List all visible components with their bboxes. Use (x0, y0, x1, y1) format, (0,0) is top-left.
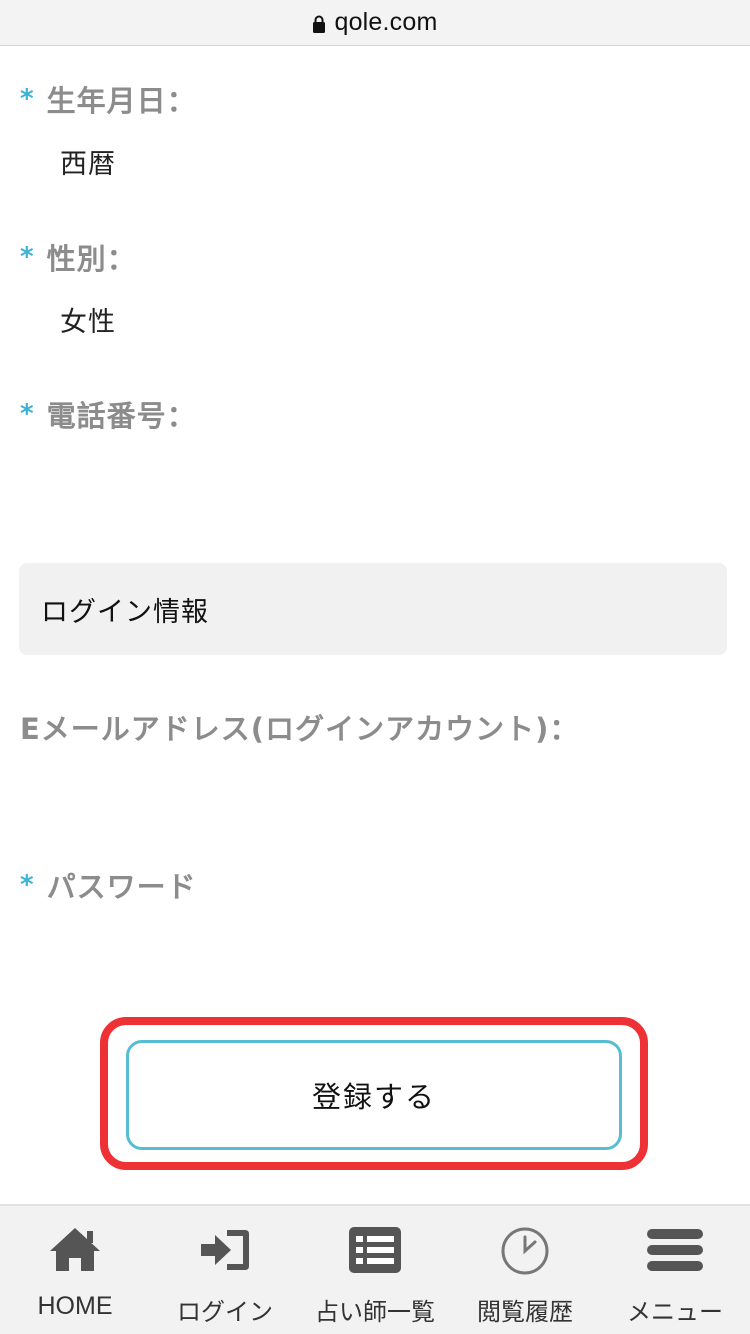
required-mark: * (20, 399, 35, 429)
tab-home[interactable]: HOME (0, 1206, 150, 1334)
login-icon (195, 1222, 255, 1278)
required-mark: * (20, 870, 35, 900)
lock-icon (313, 15, 326, 33)
tab-fortune-tellers-label: 占い師一覧 (315, 1298, 435, 1326)
menu-icon (645, 1222, 705, 1278)
register-button-label: 登録する (311, 1080, 436, 1114)
gender-value: 女性 (60, 307, 116, 338)
password-label-text: パスワード (46, 870, 197, 904)
login-info-title: ログイン情報 (41, 596, 209, 628)
login-info-section: ログイン情報 (19, 563, 727, 655)
birthdate-label: * 生年月日： (20, 78, 197, 120)
required-mark: * (20, 84, 35, 114)
home-icon (45, 1222, 105, 1278)
url-text: qole.com (334, 8, 438, 36)
tab-login[interactable]: ログイン (150, 1206, 300, 1334)
phone-label-text: 電話番号： (46, 399, 197, 433)
list-icon (345, 1222, 405, 1278)
tab-login-label: ログイン (177, 1298, 273, 1326)
birthdate-label-text: 生年月日： (46, 84, 197, 118)
tab-menu-label: メニュー (627, 1298, 723, 1326)
email-label-text: Eメールアドレス(ログインアカウント)： (20, 712, 580, 746)
email-label: Eメールアドレス(ログインアカウント)： (20, 706, 579, 748)
tab-history-label: 閲覧履歴 (477, 1298, 573, 1326)
phone-label: * 電話番号： (20, 393, 197, 435)
gender-label: * 性別： (20, 236, 137, 278)
password-label: * パスワード (20, 864, 197, 906)
tab-menu[interactable]: メニュー (600, 1206, 750, 1334)
clock-icon (495, 1222, 555, 1278)
tab-fortune-tellers[interactable]: 占い師一覧 (300, 1206, 450, 1334)
register-button[interactable]: 登録する (126, 1040, 622, 1150)
tab-home-label: HOME (37, 1292, 113, 1320)
gender-label-text: 性別： (46, 242, 137, 276)
birthdate-value: 西暦 (60, 149, 116, 180)
browser-url-bar[interactable]: qole.com (0, 0, 750, 46)
required-mark: * (20, 242, 35, 272)
tab-history[interactable]: 閲覧履歴 (450, 1206, 600, 1334)
bottom-tab-bar: HOME ログイン 占い師一覧 閲覧履歴 メニュー (0, 1204, 750, 1334)
